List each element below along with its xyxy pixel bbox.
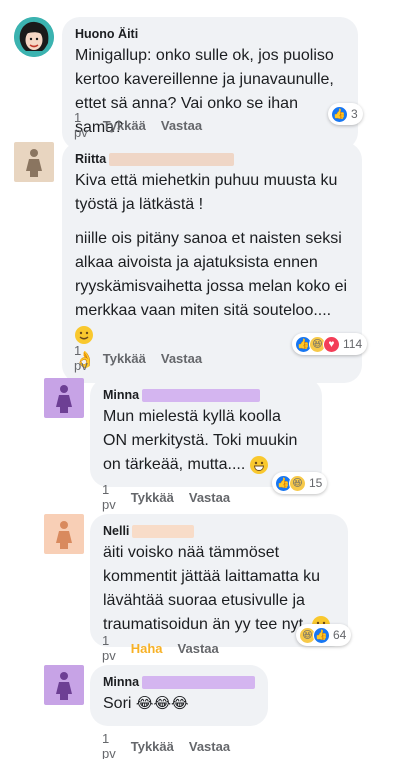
- reaction-summary[interactable]: 👍 😆 15: [272, 472, 328, 494]
- redacted-surname: [142, 388, 261, 402]
- comment-text-body: niille ois pitäny sanoa et naisten seksi…: [75, 230, 352, 319]
- avatar[interactable]: [14, 17, 54, 57]
- author-name[interactable]: Minna: [103, 387, 309, 403]
- reaction-summary[interactable]: 👍 3: [328, 103, 363, 125]
- comment-text-body: Sori: [103, 695, 132, 712]
- female-silhouette-icon: [56, 521, 72, 549]
- haha-reaction-button[interactable]: Haha: [131, 641, 163, 656]
- like-button[interactable]: Tykkää: [103, 351, 146, 366]
- comment-bubble: Minna Mun mielestä kyllä koolla ON merki…: [90, 378, 322, 487]
- comment-bubble: Minna Sori 😂😂😂: [90, 665, 268, 726]
- like-button[interactable]: Tykkää: [131, 739, 174, 754]
- timestamp[interactable]: 1 pv: [102, 633, 116, 663]
- reply-button[interactable]: Vastaa: [189, 739, 230, 754]
- reaction-summary[interactable]: 😆 👍 64: [296, 624, 352, 646]
- reaction-count: 15: [309, 476, 323, 490]
- author-name[interactable]: Huono Äiti: [75, 26, 345, 42]
- love-reaction-icon: ♥: [323, 335, 340, 353]
- tears-of-joy-emoji-icon: 😂: [153, 695, 171, 712]
- reply-button[interactable]: Vastaa: [189, 490, 230, 505]
- tears-of-joy-emoji-icon: 😂: [135, 695, 154, 712]
- author-name-text: Minna: [103, 388, 140, 402]
- comment-actions: 1 pv Tykkää Vastaa: [74, 343, 202, 373]
- comment-text: Mun mielestä kyllä koolla ON merkitystä.…: [103, 405, 309, 477]
- like-button[interactable]: Tykkää: [131, 490, 174, 505]
- comment-text: äiti voisko nää tämmöset kommentit jättä…: [103, 541, 335, 637]
- comment-actions: 1 pv Tykkää Vastaa: [102, 731, 230, 759]
- comment-text-body: äiti voisko nää tämmöset kommentit jättä…: [103, 544, 325, 633]
- redacted-surname: [109, 152, 235, 166]
- female-silhouette-icon: [56, 672, 72, 700]
- reaction-count: 3: [351, 107, 358, 121]
- redacted-surname: [132, 524, 195, 538]
- avatar[interactable]: [44, 378, 84, 418]
- timestamp[interactable]: 1 pv: [102, 731, 116, 759]
- comment-text: Sori 😂😂😂: [103, 692, 255, 716]
- reply-button[interactable]: Vastaa: [161, 118, 202, 133]
- avatar[interactable]: [44, 665, 84, 705]
- smiling-emoji-icon: [75, 325, 93, 344]
- like-button[interactable]: Tykkää: [103, 118, 146, 133]
- author-name[interactable]: Riitta: [75, 151, 349, 167]
- comment-text-body: Mun mielestä kyllä koolla ON merkitystä.…: [103, 408, 302, 473]
- reaction-count: 64: [333, 628, 347, 642]
- female-silhouette-icon: [26, 149, 42, 177]
- avatar[interactable]: [44, 514, 84, 554]
- reply-button[interactable]: Vastaa: [178, 641, 219, 656]
- female-silhouette-icon: [56, 385, 72, 413]
- comment-actions: 1 pv Tykkää Vastaa: [74, 110, 202, 140]
- timestamp[interactable]: 1 pv: [74, 110, 88, 140]
- author-name-text: Minna: [103, 675, 140, 689]
- author-name[interactable]: Minna: [103, 674, 255, 690]
- comment-text: Kiva että miehetkin puhuu muusta ku työs…: [75, 172, 342, 213]
- like-reaction-icon: 👍: [313, 626, 330, 644]
- avatar[interactable]: [14, 142, 54, 182]
- comment-actions: 1 pv Haha Vastaa: [102, 633, 219, 663]
- haha-reaction-icon: 😆: [289, 474, 306, 492]
- grinning-emoji-icon: [249, 455, 268, 474]
- redacted-surname: [142, 675, 255, 689]
- like-reaction-icon: 👍: [331, 105, 348, 123]
- timestamp[interactable]: 1 pv: [74, 343, 88, 373]
- tears-of-joy-emoji-icon: 😂: [170, 695, 189, 712]
- reaction-summary[interactable]: 👍 😆 ♥ 114: [292, 333, 368, 355]
- author-name-text: Riitta: [75, 152, 107, 166]
- timestamp[interactable]: 1 pv: [102, 482, 116, 512]
- reply-button[interactable]: Vastaa: [161, 351, 202, 366]
- author-name[interactable]: Nelli: [103, 523, 335, 539]
- author-name-text: Nelli: [103, 524, 130, 538]
- comment-actions: 1 pv Tykkää Vastaa: [102, 482, 230, 512]
- cartoon-face-icon: [14, 17, 54, 57]
- reaction-count: 114: [343, 337, 363, 351]
